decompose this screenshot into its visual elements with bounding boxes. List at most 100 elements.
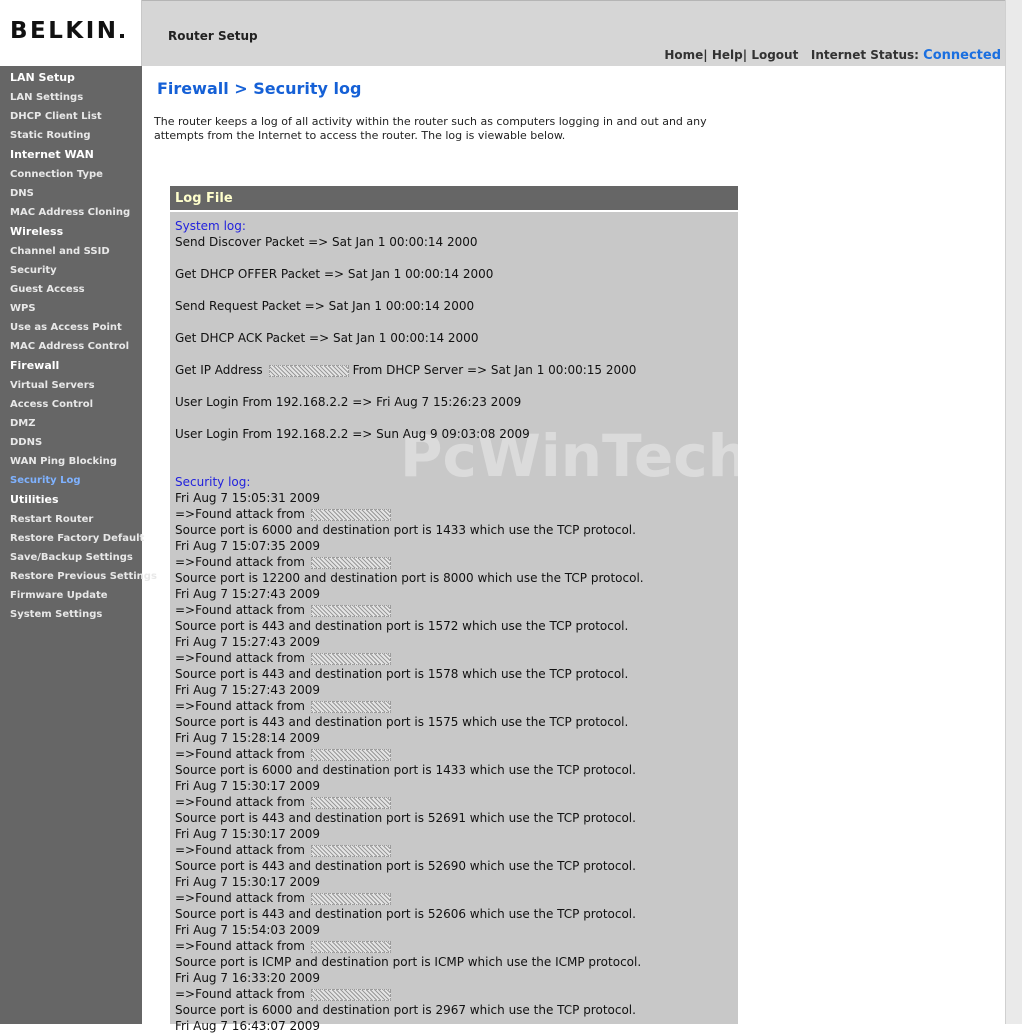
sidebar-item-restart-router[interactable]: Restart Router bbox=[10, 514, 93, 525]
system-log-entry: Send Request Packet => Sat Jan 1 00:00:1… bbox=[175, 299, 475, 313]
system-log-entry: Get IP Address From DHCP Server => Sat Ja… bbox=[175, 363, 636, 377]
security-log-time: Fri Aug 7 15:27:43 2009 bbox=[175, 587, 321, 601]
security-log-time: Fri Aug 7 16:33:20 2009 bbox=[175, 971, 321, 985]
security-log-time: Fri Aug 7 15:30:17 2009 bbox=[175, 875, 321, 889]
security-log-found: =>Found attack from bbox=[175, 507, 395, 521]
sidebar-section-wireless[interactable]: Wireless bbox=[10, 225, 63, 238]
redacted-ip bbox=[268, 364, 349, 377]
sidebar-item-dns[interactable]: DNS bbox=[10, 188, 34, 199]
sidebar-item-security[interactable]: Security bbox=[10, 265, 57, 276]
system-log-entry: User Login From 192.168.2.2 => Sun Aug 9… bbox=[175, 427, 530, 441]
sidebar-item-dmz[interactable]: DMZ bbox=[10, 418, 36, 429]
system-log-entry-text: Get IP Address bbox=[175, 363, 263, 377]
security-log-desc: Source port is 6000 and destination port… bbox=[175, 763, 636, 777]
system-log-label: System log: bbox=[175, 219, 246, 233]
security-log-time: Fri Aug 7 16:43:07 2009 bbox=[175, 1019, 321, 1033]
redacted-ip bbox=[310, 700, 391, 713]
log-file-panel: Log File PcWinTech.com System log: Send D… bbox=[170, 186, 906, 1033]
redacted-ip bbox=[310, 652, 391, 665]
sidebar-item-wan-ping-blocking[interactable]: WAN Ping Blocking bbox=[10, 456, 117, 467]
page-description: The router keeps a log of all activity w… bbox=[154, 115, 707, 142]
system-log-entry: Get DHCP OFFER Packet => Sat Jan 1 00:00… bbox=[175, 267, 494, 281]
found-attack-text: =>Found attack from bbox=[175, 555, 305, 569]
found-attack-text: =>Found attack from bbox=[175, 651, 305, 665]
security-log-desc: Source port is ICMP and destination port… bbox=[175, 955, 642, 969]
log-file-title: Log File bbox=[175, 191, 233, 206]
redacted-ip bbox=[310, 556, 391, 569]
sidebar-item-firmware-update[interactable]: Firmware Update bbox=[10, 590, 108, 601]
sidebar-item-static-routing[interactable]: Static Routing bbox=[10, 130, 91, 141]
sidebar-item-restore-previous-settings[interactable]: Restore Previous Settings bbox=[10, 571, 157, 582]
sidebar-item-mac-address-cloning[interactable]: MAC Address Cloning bbox=[10, 207, 130, 218]
system-log-entry: Get DHCP ACK Packet => Sat Jan 1 00:00:1… bbox=[175, 331, 479, 345]
found-attack-text: =>Found attack from bbox=[175, 747, 305, 761]
security-log-time: Fri Aug 7 15:30:17 2009 bbox=[175, 779, 321, 793]
security-log-desc: Source port is 443 and destination port … bbox=[175, 859, 636, 873]
found-attack-text: =>Found attack from bbox=[175, 795, 305, 809]
security-log-time: Fri Aug 7 15:27:43 2009 bbox=[175, 683, 321, 697]
home-link[interactable]: Home bbox=[664, 48, 703, 62]
security-log-found: =>Found attack from bbox=[175, 555, 395, 569]
security-log-desc: Source port is 6000 and destination port… bbox=[175, 1003, 636, 1017]
security-log-time: Fri Aug 7 15:28:14 2009 bbox=[175, 731, 321, 745]
sidebar-item-virtual-servers[interactable]: Virtual Servers bbox=[10, 380, 95, 391]
sidebar-section-utilities[interactable]: Utilities bbox=[10, 493, 59, 506]
security-log-desc: Source port is 443 and destination port … bbox=[175, 619, 629, 633]
found-attack-text: =>Found attack from bbox=[175, 507, 305, 521]
system-log-entry-text: From DHCP Server => Sat Jan 1 00:00:15 2… bbox=[352, 363, 637, 377]
security-log-found: =>Found attack from bbox=[175, 651, 395, 665]
redacted-ip bbox=[310, 940, 391, 953]
logout-link[interactable]: Logout bbox=[751, 48, 798, 62]
app-title: Router Setup bbox=[168, 29, 258, 43]
security-log-desc: Source port is 6000 and destination port… bbox=[175, 523, 636, 537]
security-log-found: =>Found attack from bbox=[175, 747, 395, 761]
sidebar-item-ddns[interactable]: DDNS bbox=[10, 437, 42, 448]
sidebar-item-dhcp-client-list[interactable]: DHCP Client List bbox=[10, 111, 102, 122]
security-log-found: =>Found attack from bbox=[175, 891, 395, 905]
internet-status-value: Connected bbox=[923, 48, 1001, 63]
sidebar-item-security-log[interactable]: Security Log bbox=[10, 475, 81, 486]
sidebar-item-lan-settings[interactable]: LAN Settings bbox=[10, 92, 83, 103]
security-log-found: =>Found attack from bbox=[175, 699, 395, 713]
security-log-time: Fri Aug 7 15:07:35 2009 bbox=[175, 539, 321, 553]
sidebar-item-save-backup-settings[interactable]: Save/Backup Settings bbox=[10, 552, 133, 563]
sidebar-item-connection-type[interactable]: Connection Type bbox=[10, 169, 103, 180]
header-links: Home| Help| Logout Internet Status: Conn… bbox=[664, 48, 1001, 63]
redacted-ip bbox=[310, 892, 391, 905]
internet-status-label: Internet Status: bbox=[810, 48, 919, 62]
sidebar-section-lan-setup[interactable]: LAN Setup bbox=[10, 71, 75, 84]
security-log-time: Fri Aug 7 15:54:03 2009 bbox=[175, 923, 321, 937]
sidebar-item-channel-and-ssid[interactable]: Channel and SSID bbox=[10, 246, 110, 257]
security-log-desc: Source port is 443 and destination port … bbox=[175, 907, 636, 921]
sidebar-item-access-control[interactable]: Access Control bbox=[10, 399, 93, 410]
security-log-desc: Source port is 443 and destination port … bbox=[175, 667, 629, 681]
help-link[interactable]: Help bbox=[712, 48, 743, 62]
redacted-ip bbox=[310, 508, 391, 521]
scrollbar[interactable] bbox=[1005, 0, 1022, 1024]
sidebar-section-internet-wan[interactable]: Internet WAN bbox=[10, 148, 94, 161]
header-bar: Router Setup Home| Help| Logout Internet… bbox=[142, 0, 1005, 66]
sidebar-item-system-settings[interactable]: System Settings bbox=[10, 609, 102, 620]
security-log-found: =>Found attack from bbox=[175, 843, 395, 857]
redacted-ip bbox=[310, 844, 391, 857]
sidebar-section-firewall[interactable]: Firewall bbox=[10, 359, 59, 372]
header: BELKIN Router Setup Home| Help| Logout I… bbox=[0, 0, 1022, 66]
sidebar-item-guest-access[interactable]: Guest Access bbox=[10, 284, 85, 295]
security-log-time: Fri Aug 7 15:05:31 2009 bbox=[175, 491, 321, 505]
found-attack-text: =>Found attack from bbox=[175, 699, 305, 713]
sidebar-item-use-as-access-point[interactable]: Use as Access Point bbox=[10, 322, 122, 333]
log-file-header: Log File bbox=[170, 186, 738, 212]
security-log-desc: Source port is 12200 and destination por… bbox=[175, 571, 644, 585]
security-log-found: =>Found attack from bbox=[175, 795, 395, 809]
sidebar-item-restore-factory-default[interactable]: Restore Factory Default bbox=[10, 533, 144, 544]
page-title: Firewall > Security log bbox=[157, 79, 362, 98]
sidebar: LAN Setup LAN Settings DHCP Client List Sta… bbox=[0, 66, 157, 1024]
sidebar-item-mac-address-control[interactable]: MAC Address Control bbox=[10, 341, 129, 352]
security-log-time: Fri Aug 7 15:27:43 2009 bbox=[175, 635, 321, 649]
sidebar-item-wps[interactable]: WPS bbox=[10, 303, 36, 314]
security-log-desc: Source port is 443 and destination port … bbox=[175, 811, 636, 825]
security-log-label: Security log: bbox=[175, 475, 251, 489]
belkin-logo[interactable]: BELKIN bbox=[10, 18, 124, 44]
security-log-found: =>Found attack from bbox=[175, 939, 395, 953]
system-log-entry: Send Discover Packet => Sat Jan 1 00:00:… bbox=[175, 235, 478, 249]
